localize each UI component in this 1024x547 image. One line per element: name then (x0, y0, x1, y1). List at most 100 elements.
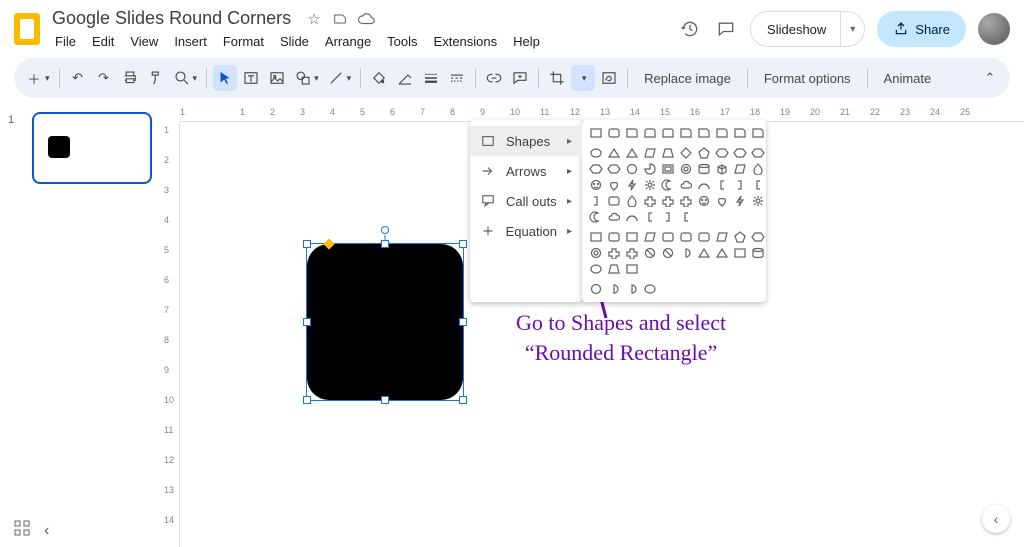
shape-option-rrect[interactable] (606, 126, 622, 140)
shape-option-half[interactable] (678, 246, 694, 260)
menu-tools[interactable]: Tools (380, 32, 424, 51)
resize-handle-w[interactable] (303, 318, 311, 326)
shape-option-diamond[interactable] (678, 146, 694, 160)
border-color-button[interactable] (393, 65, 417, 91)
shape-option-rect[interactable] (624, 230, 640, 244)
shape-option-pie[interactable] (642, 162, 658, 176)
border-weight-button[interactable] (419, 65, 443, 91)
crop-button[interactable] (545, 65, 569, 91)
shape-option-brackr[interactable] (588, 194, 604, 208)
menu-shapes[interactable]: Shapes ▸ (470, 126, 582, 156)
textbox-button[interactable] (239, 65, 263, 91)
shape-option-snip[interactable] (714, 126, 730, 140)
account-avatar[interactable] (978, 13, 1010, 45)
shape-option-hex[interactable] (606, 162, 622, 176)
menu-arrange[interactable]: Arrange (318, 32, 378, 51)
shape-option-hex[interactable] (714, 146, 730, 160)
shape-option-hex[interactable] (750, 230, 766, 244)
shape-option-half[interactable] (624, 282, 640, 296)
shape-option-hex[interactable] (588, 162, 604, 176)
menu-view[interactable]: View (123, 32, 165, 51)
shape-option-plus[interactable] (642, 194, 658, 208)
shape-option-plus[interactable] (624, 246, 640, 260)
shape-option-smile[interactable] (588, 178, 604, 192)
shape-option-rrect[interactable] (606, 194, 622, 208)
comments-icon[interactable] (714, 17, 738, 41)
shape-option-rrect[interactable] (606, 230, 622, 244)
shape-option-ellipse[interactable] (588, 146, 604, 160)
resize-handle-nw[interactable] (303, 240, 311, 248)
shape-option-rrect[interactable] (696, 230, 712, 244)
menu-help[interactable]: Help (506, 32, 547, 51)
shape-option-tear[interactable] (624, 194, 640, 208)
shape-option-bolt[interactable] (624, 178, 640, 192)
paint-format-button[interactable] (144, 65, 168, 91)
shape-option-tri[interactable] (606, 146, 622, 160)
shape-option-trap[interactable] (660, 146, 676, 160)
star-icon[interactable]: ☆ (305, 10, 323, 28)
resize-handle-e[interactable] (459, 318, 467, 326)
shape-option-brackl[interactable] (750, 178, 766, 192)
shape-option-can[interactable] (696, 162, 712, 176)
move-icon[interactable] (331, 10, 349, 28)
menu-extensions[interactable]: Extensions (427, 32, 505, 51)
shape-option-arc[interactable] (624, 210, 640, 224)
shape-option-paral[interactable] (732, 162, 748, 176)
format-options-button[interactable]: Format options (754, 71, 861, 86)
print-button[interactable] (118, 65, 142, 91)
shape-option-donut[interactable] (588, 246, 604, 260)
resize-handle-n[interactable] (381, 240, 389, 248)
shape-option-sun[interactable] (642, 178, 658, 192)
shape-option-circle[interactable] (624, 162, 640, 176)
slideshow-main[interactable]: Slideshow (751, 12, 840, 46)
shape-option-tri[interactable] (624, 146, 640, 160)
shape-option-round1[interactable] (624, 126, 640, 140)
shape-option-snip[interactable] (750, 126, 766, 140)
link-button[interactable] (482, 65, 506, 91)
share-button[interactable]: Share (877, 11, 966, 47)
cloud-saved-icon[interactable] (357, 10, 375, 28)
toolbar-collapse-button[interactable]: ⌃ (978, 65, 1002, 91)
resize-handle-ne[interactable] (459, 240, 467, 248)
shape-option-circle[interactable] (588, 282, 604, 296)
vertical-ruler[interactable]: 1234567891011121314 (160, 122, 180, 547)
resize-handle-s[interactable] (381, 396, 389, 404)
menu-edit[interactable]: Edit (85, 32, 121, 51)
shape-option-cloud[interactable] (678, 178, 694, 192)
shape-option-rect[interactable] (588, 230, 604, 244)
select-tool-button[interactable] (213, 65, 237, 91)
image-button[interactable] (265, 65, 289, 91)
shape-option-can[interactable] (750, 246, 766, 260)
mask-button[interactable] (571, 65, 595, 91)
shape-option-trap[interactable] (606, 262, 622, 276)
animate-button[interactable]: Animate (874, 71, 942, 86)
prev-slide-button[interactable]: ‹ (44, 522, 49, 540)
shape-option-donut[interactable] (678, 162, 694, 176)
resize-handle-sw[interactable] (303, 396, 311, 404)
slide-canvas[interactable]: Shapes ▸ Arrows ▸ Call outs ▸ (186, 128, 1014, 537)
shape-option-frame[interactable] (660, 162, 676, 176)
menu-equation[interactable]: Equation ▸ (470, 216, 582, 246)
shape-option-rrect[interactable] (678, 230, 694, 244)
shape-option-paral[interactable] (642, 146, 658, 160)
shape-option-snip[interactable] (678, 126, 694, 140)
shape-option-paral[interactable] (642, 230, 658, 244)
shape-option-brackr[interactable] (660, 210, 676, 224)
shape-option-sun[interactable] (750, 194, 766, 208)
shape-option-rect[interactable] (624, 262, 640, 276)
shape-option-brackl[interactable] (714, 178, 730, 192)
shape-option-heart[interactable] (714, 194, 730, 208)
border-dash-button[interactable] (445, 65, 469, 91)
shape-option-tri[interactable] (696, 246, 712, 260)
shape-option-pent[interactable] (696, 146, 712, 160)
shape-option-ellipse[interactable] (642, 282, 658, 296)
new-slide-button[interactable]: ＋ (22, 65, 53, 91)
shape-option-tri[interactable] (714, 246, 730, 260)
shape-option-brackr[interactable] (732, 178, 748, 192)
slide-thumbnail-1[interactable] (32, 112, 152, 184)
history-icon[interactable] (678, 17, 702, 41)
shape-option-tear[interactable] (750, 162, 766, 176)
shape-option-brackl[interactable] (642, 210, 658, 224)
shape-option-arc[interactable] (696, 178, 712, 192)
shape-option-brackl[interactable] (678, 210, 694, 224)
